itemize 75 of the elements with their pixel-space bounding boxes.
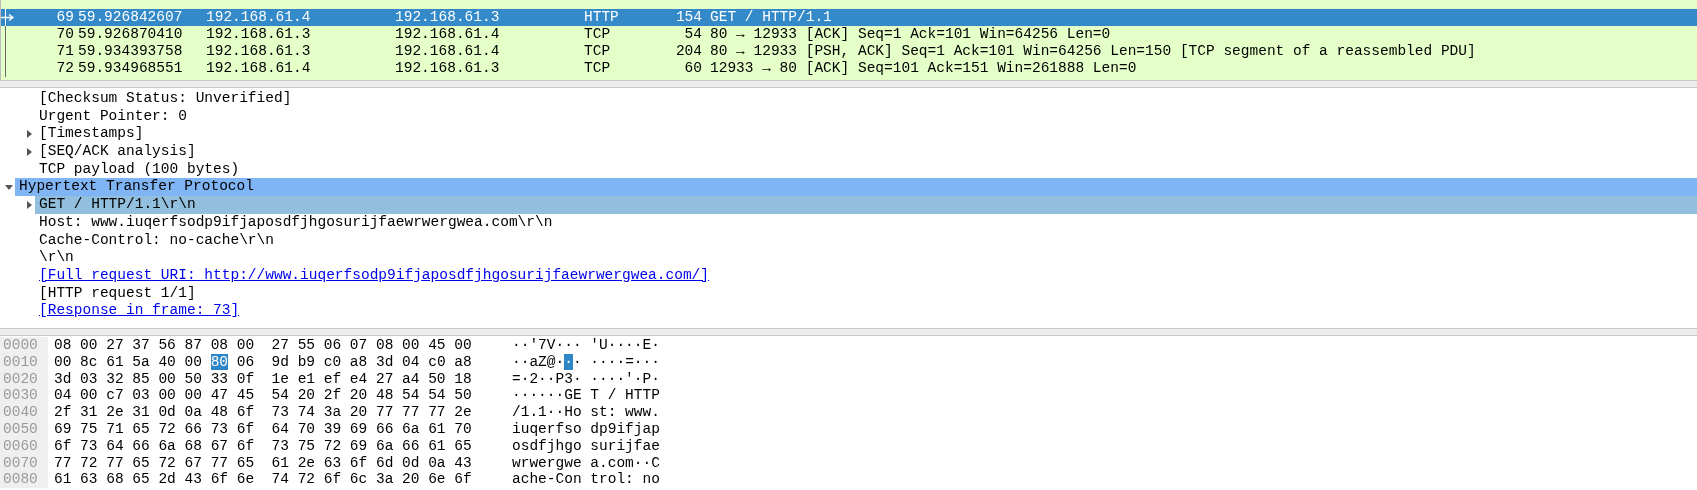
byte-offset: 0000: [0, 337, 48, 354]
ascii-text[interactable]: osdfjhgo surijfae: [512, 437, 660, 454]
byte-offset: 0080: [0, 471, 48, 489]
tree-item[interactable]: Host: www.iuqerfsodp9ifjaposdfjhgosurijfaewrwergwea.com\r\n: [35, 213, 1697, 232]
ascii-text[interactable]: /1.1··Ho st: www.: [512, 404, 660, 421]
hex-bytes[interactable]: 80: [210, 353, 229, 370]
ascii-text[interactable]: ······GE T / HTTP: [512, 387, 660, 404]
ascii-text[interactable]: =·2··P3· ····'·P·: [512, 370, 660, 387]
packet-length: 154: [674, 9, 703, 26]
packet-number: 69: [55, 9, 75, 26]
ascii-text[interactable]: ·: [564, 353, 573, 370]
ascii-text[interactable]: ache-Con trol: no: [512, 471, 660, 488]
tree-item[interactable]: Urgent Pointer: 0: [35, 107, 1697, 126]
packet-row[interactable]: 70 59.926870410 192.168.61.3 192.168.61.4 TCP 54 80 → 12933 [ACK] Seq=1 Ack=101 Win=64256 Len=0: [1, 26, 1697, 43]
packet-number: 70: [55, 26, 75, 43]
collapsed-triangle-icon[interactable]: [24, 130, 33, 139]
packet-protocol: TCP: [584, 43, 612, 60]
packet-protocol: HTTP: [584, 9, 620, 26]
packet-time: 59.934393758: [78, 43, 184, 60]
packet-destination: 192.168.61.3: [395, 9, 501, 26]
hex-bytes[interactable]: 2f 31 2e 31 0d 0a 48 6f 73 74 3a 20 77 77 77 2e: [54, 404, 472, 421]
ascii-text[interactable]: iuqerfso dp9ifjap: [512, 421, 660, 437]
byte-offset: 0040: [0, 404, 48, 421]
packet-number: 72: [55, 60, 75, 77]
tree-item[interactable]: [HTTP request 1/1]: [35, 284, 1697, 303]
link[interactable]: [Response in frame: 73]: [35, 302, 240, 320]
tree-item[interactable]: Hypertext Transfer Protocol: [15, 178, 1697, 197]
packet-row[interactable]: 71 59.934393758 192.168.61.3 192.168.61.4 TCP 204 80 → 12933 [PSH, ACK] Seq=1 Ack=101 Win=64256 Len=150 [TCP segment of a reassembled PDU]: [1, 43, 1697, 60]
tree-item[interactable]: GET / HTTP/1.1\r\n: [35, 196, 1697, 214]
packet-time: 59.934968551: [78, 60, 184, 77]
hex-bytes[interactable]: 77 72 77 65 72 67 77 65 61 2e 63 6f 6d 0d 0a 43: [54, 454, 472, 471]
byte-offset: 0030: [0, 387, 48, 405]
packet-number: 71: [55, 43, 75, 60]
ascii-text[interactable]: · ····=···: [572, 353, 660, 370]
tree-item[interactable]: \r\n: [35, 249, 1697, 267]
hex-bytes[interactable]: 69 75 71 65 72 66 73 6f 64 70 39 69 66 6a 61 70: [54, 421, 472, 437]
expanded-triangle-icon[interactable]: [4, 183, 13, 192]
packet-info: 12933 → 80 [ACK] Seq=101 Ack=151 Win=261888 Len=0: [709, 60, 1138, 77]
packet-protocol: TCP: [584, 60, 612, 77]
hex-bytes[interactable]: 04 00 c7 03 00 00 47 45 54 20 2f 20 48 54 54 50: [54, 387, 472, 404]
packet-time: 59.926842607: [78, 9, 184, 26]
tree-item[interactable]: [SEQ/ACK analysis]: [35, 143, 1697, 161]
packet-length: 60: [683, 60, 703, 77]
hex-bytes[interactable]: 61 63 68 65 2d 43 6f 6e 74 72 6f 6c 3a 20 6e 6f: [54, 471, 472, 488]
tree-item[interactable]: [Checksum Status: Unverified]: [35, 90, 1697, 108]
tree-item[interactable]: TCP payload (100 bytes): [35, 160, 1697, 179]
packet-protocol: TCP: [584, 26, 612, 43]
packet-time: 59.926870410: [78, 26, 184, 43]
packet-source: 192.168.61.4: [206, 60, 312, 77]
hex-bytes[interactable]: 08 00 27 37 56 87 08 00 27 55 06 07 08 00 45 00: [54, 337, 472, 353]
ascii-text[interactable]: ··'7V··· 'U····E·: [512, 337, 660, 353]
ascii-text[interactable]: wrwergwe a.com··C: [512, 454, 660, 471]
packet-length: 204: [674, 43, 703, 60]
hex-bytes[interactable]: 00 8c 61 5a 40 00: [54, 353, 211, 370]
packet-destination: 192.168.61.4: [395, 43, 501, 60]
packet-destination: 192.168.61.4: [395, 26, 501, 43]
packet-source: 192.168.61.3: [206, 43, 312, 60]
ascii-text[interactable]: ··aZ@·: [512, 353, 565, 370]
hex-bytes[interactable]: 3d 03 32 85 00 50 33 0f 1e e1 ef e4 27 a4 50 18: [54, 370, 472, 387]
hex-bytes[interactable]: 06 9d b9 c0 a8 3d 04 c0 a8: [228, 353, 472, 370]
tree-item[interactable]: Cache-Control: no-cache\r\n: [35, 231, 1697, 250]
collapsed-triangle-icon[interactable]: [24, 147, 33, 156]
link[interactable]: [Full request URI: http://www.iuqerfsodp9ifjaposdfjhgosurijfaewrwergwea.com/]: [35, 266, 709, 285]
packet-info: 80 → 12933 [PSH, ACK] Seq=1 Ack=101 Win=64256 Len=150 [TCP segment of a reassembled PDU]: [709, 43, 1477, 60]
collapsed-triangle-icon[interactable]: [24, 200, 33, 209]
packet-source: 192.168.61.4: [206, 9, 312, 26]
packet-info: GET / HTTP/1.1: [709, 9, 833, 26]
packet-row[interactable]: 69 59.926842607 192.168.61.4 192.168.61.3 HTTP 154 GET / HTTP/1.1: [1, 9, 1697, 26]
packet-destination: 192.168.61.3: [395, 60, 501, 77]
packet-info: 80 → 12933 [ACK] Seq=1 Ack=101 Win=64256 Len=0: [709, 26, 1112, 43]
hex-bytes[interactable]: 6f 73 64 66 6a 68 67 6f 73 75 72 69 6a 66 61 65: [54, 437, 472, 454]
packet-length: 54: [683, 26, 703, 43]
packet-row[interactable]: 72 59.934968551 192.168.61.4 192.168.61.3 TCP 60 12933 → 80 [ACK] Seq=101 Ack=151 Win=261888 Len=0: [1, 60, 1697, 77]
packet-source: 192.168.61.3: [206, 26, 312, 43]
tree-item[interactable]: [Timestamps]: [35, 125, 1697, 144]
